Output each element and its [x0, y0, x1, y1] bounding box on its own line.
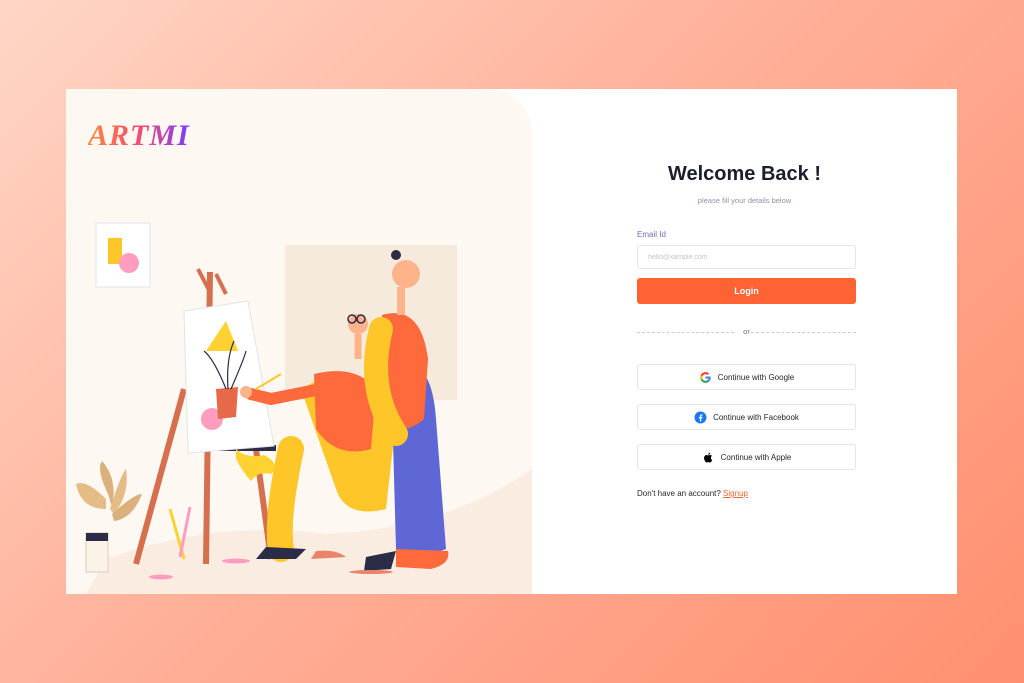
signup-row: Don't have an account? Signup — [637, 489, 748, 498]
apple-login-label: Continue with Apple — [720, 452, 792, 462]
page-title: Welcome Back ! — [667, 163, 822, 185]
google-login-label: Continue with Google — [717, 372, 795, 382]
email-label: Email Id — [637, 230, 666, 239]
brand-logo: ARTMI — [88, 119, 190, 152]
apple-login-button[interactable]: Continue with Apple — [637, 444, 856, 470]
illustration-panel: ARTMI — [66, 89, 532, 594]
login-card: ARTMI Welcome Back ! please fill your de… — [66, 89, 957, 594]
divider-line-right — [751, 332, 856, 333]
signup-link[interactable]: Signup — [723, 489, 748, 498]
google-icon — [699, 371, 712, 384]
login-form-panel: Welcome Back ! please fill your details … — [532, 89, 957, 594]
page-subtitle: please fill your details below — [697, 196, 792, 205]
google-login-button[interactable]: Continue with Google — [637, 364, 856, 390]
facebook-login-label: Continue with Facebook — [713, 412, 799, 422]
or-divider: or — [637, 327, 856, 337]
apple-icon — [702, 451, 715, 464]
facebook-login-button[interactable]: Continue with Facebook — [637, 404, 856, 430]
artist-illustration — [76, 222, 532, 594]
signup-prompt: Don't have an account? — [637, 489, 721, 498]
email-input[interactable] — [637, 245, 856, 269]
facebook-icon — [694, 411, 707, 424]
login-button[interactable]: Login — [637, 278, 856, 304]
